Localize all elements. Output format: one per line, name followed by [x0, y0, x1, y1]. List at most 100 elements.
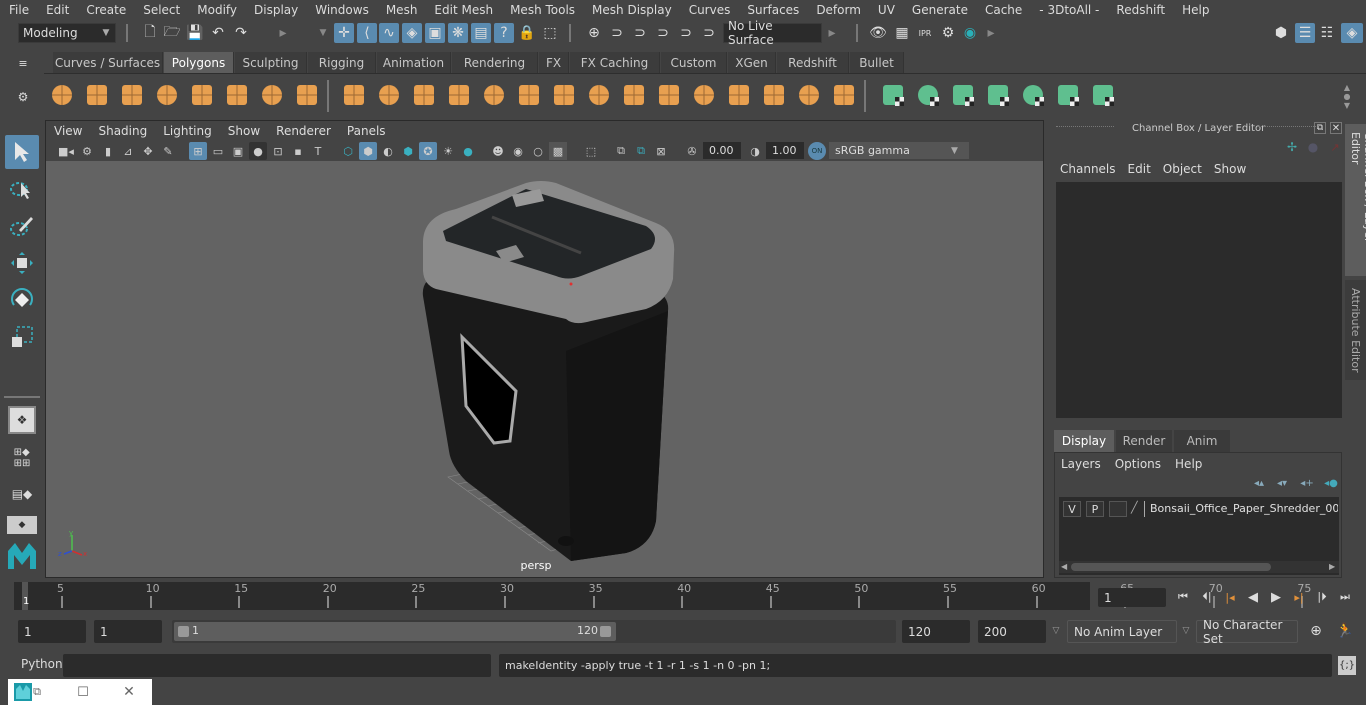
menu-modify[interactable]: Modify	[188, 3, 245, 17]
end-time-field[interactable]: 200	[978, 620, 1046, 643]
highlight-selection-icon[interactable]: ⬚	[541, 23, 559, 43]
shelf-tab-polygons[interactable]: Polygons	[164, 52, 234, 73]
resolution-gate-icon[interactable]: ▣	[229, 142, 247, 160]
shelf-tab-fx-caching[interactable]: FX Caching	[570, 52, 660, 73]
shelf-tab-custom[interactable]: Custom	[661, 52, 727, 73]
bridge-icon[interactable]	[516, 82, 542, 108]
layer-tab-display[interactable]: Display	[1054, 430, 1114, 452]
move-layer-up-icon[interactable]: ◂▴	[1251, 476, 1267, 490]
side-tab-attribute-editor[interactable]: Attribute Editor	[1345, 280, 1366, 380]
menu-redshift[interactable]: Redshift	[1107, 3, 1173, 17]
bevel-icon[interactable]	[586, 82, 612, 108]
menu-curves[interactable]: Curves	[680, 3, 739, 17]
uv-automatic-icon[interactable]	[985, 82, 1011, 108]
shelf-menu-icon[interactable]: ≡	[17, 56, 29, 70]
select-tool-icon[interactable]	[5, 135, 39, 169]
shadows-icon[interactable]: ●	[459, 142, 477, 160]
use-all-lights-icon[interactable]: ☀	[439, 142, 457, 160]
menu-file[interactable]: File	[0, 3, 37, 17]
camera-attributes-icon[interactable]: ⚙	[78, 142, 96, 160]
render-current-frame-icon[interactable]: ▦	[892, 23, 912, 43]
chevron-down-icon[interactable]: ▽	[1180, 623, 1192, 639]
drag-handle[interactable]	[1258, 126, 1316, 130]
paint-select-tool-icon[interactable]	[5, 209, 39, 243]
xray-icon[interactable]: ⧉	[612, 142, 630, 160]
snap-live-icon[interactable]: ⊃	[677, 23, 695, 43]
live-surface-field[interactable]: No Live Surface	[723, 19, 822, 47]
grid-toggle-icon[interactable]: ⊞	[189, 142, 207, 160]
menu-help[interactable]: Help	[1173, 3, 1217, 17]
select-by-object-icon[interactable]: ⟨	[357, 23, 377, 43]
2d-pan-zoom-icon[interactable]: ✥	[139, 142, 157, 160]
redo-icon[interactable]: ↷	[232, 23, 250, 43]
combine-icon[interactable]	[341, 82, 367, 108]
select-uv-icon[interactable]: ▤	[471, 23, 491, 43]
layer-menu-layers[interactable]: Layers	[1061, 457, 1115, 471]
character-set-select[interactable]: No Character Set	[1196, 618, 1298, 646]
layer-visibility-toggle[interactable]: V	[1063, 501, 1081, 517]
edge-loop-icon[interactable]	[691, 82, 717, 108]
snap-point-icon[interactable]: ⊃	[631, 23, 649, 43]
exposure-field[interactable]: 0.00	[703, 142, 741, 159]
new-scene-icon[interactable]: 🗋	[141, 23, 159, 43]
uv-planar-icon[interactable]	[880, 82, 906, 108]
uv-editor-icon[interactable]	[1055, 82, 1081, 108]
shelf-tab-rigging[interactable]: Rigging	[308, 52, 376, 73]
shelf-tab-rendering[interactable]: Rendering	[452, 52, 538, 73]
float-panel-icon[interactable]: ⧉	[1314, 122, 1326, 134]
menu-mesh-tools[interactable]: Mesh Tools	[501, 3, 583, 17]
select-misc-icon[interactable]: ?	[494, 23, 514, 43]
menu-mesh-display[interactable]: Mesh Display	[583, 3, 680, 17]
start-time-field[interactable]: 1	[18, 620, 86, 643]
scroll-thumb[interactable]	[1071, 563, 1271, 571]
depth-of-field-icon[interactable]: ▩	[549, 142, 567, 160]
multicut-icon[interactable]	[551, 82, 577, 108]
layer-color-icon[interactable]: ╱	[1131, 501, 1145, 517]
snap-grid-icon[interactable]: ⊕	[585, 23, 603, 43]
four-view-layout-icon[interactable]: ⊞◆ ⊞⊞	[7, 444, 37, 472]
layer-tab-anim[interactable]: Anim	[1174, 430, 1230, 452]
render-view-icon[interactable]: 👁	[868, 23, 888, 43]
fill-hole-icon[interactable]	[656, 82, 682, 108]
command-input[interactable]	[63, 654, 491, 677]
shelf-scroll[interactable]: ▲ ● ▼	[1340, 80, 1354, 112]
single-view-layout-icon[interactable]: ❖	[8, 406, 36, 434]
hyper-icon[interactable]: ↗	[1328, 140, 1342, 154]
collapse-arrow-icon[interactable]: ▸	[278, 23, 288, 43]
select-face-icon[interactable]: ❋	[448, 23, 468, 43]
uv-unfold-icon[interactable]	[1020, 82, 1046, 108]
anti-aliasing-icon[interactable]: ○	[529, 142, 547, 160]
select-by-hierarchy-icon[interactable]: ✛	[334, 23, 354, 43]
play-backward-icon[interactable]: ◀	[1244, 588, 1262, 606]
manipulator-icon[interactable]: ✢	[1284, 140, 1300, 154]
new-layer-selected-icon[interactable]: ◂●	[1323, 476, 1339, 490]
scroll-right-icon[interactable]: ▶	[1329, 562, 1335, 571]
layer-menu-options[interactable]: Options	[1115, 457, 1175, 471]
menu-create[interactable]: Create	[77, 3, 134, 17]
isolate-select-icon[interactable]: ⬚	[582, 142, 600, 160]
layer-playback-toggle[interactable]: P	[1086, 501, 1104, 517]
viewport-menu-shading[interactable]: Shading	[90, 124, 155, 138]
channel-menu-edit[interactable]: Edit	[1124, 162, 1159, 176]
layer-menu-help[interactable]: Help	[1175, 457, 1216, 471]
wedge-icon[interactable]	[761, 82, 787, 108]
grease-pencil-icon[interactable]: ✎	[159, 142, 177, 160]
channel-menu-channels[interactable]: Channels	[1056, 162, 1124, 176]
collapse-arrow-icon[interactable]: ▸	[986, 23, 996, 43]
gate-mask-icon[interactable]: ●	[249, 142, 267, 160]
poly-sphere-icon[interactable]	[49, 82, 75, 108]
drag-handle[interactable]	[1056, 126, 1114, 130]
shelf-tab-animation[interactable]: Animation	[377, 52, 451, 73]
lock-icon[interactable]: 🔒	[518, 23, 536, 43]
viewport-menu-renderer[interactable]: Renderer	[268, 124, 339, 138]
playback-end-field[interactable]: 120	[902, 620, 970, 643]
viewport-menu-panels[interactable]: Panels	[339, 124, 394, 138]
range-start-grip[interactable]	[178, 626, 189, 637]
poly-pyramid-icon[interactable]	[259, 82, 285, 108]
color-space-select[interactable]: sRGB gamma ▼	[829, 142, 969, 159]
range-slider-track[interactable]: 1 120	[172, 620, 896, 643]
restore-icon[interactable]: ⧉	[30, 683, 44, 701]
film-gate-icon[interactable]: ▭	[209, 142, 227, 160]
shredder-model[interactable]: persp	[46, 161, 1043, 577]
menu-display[interactable]: Display	[245, 3, 306, 17]
